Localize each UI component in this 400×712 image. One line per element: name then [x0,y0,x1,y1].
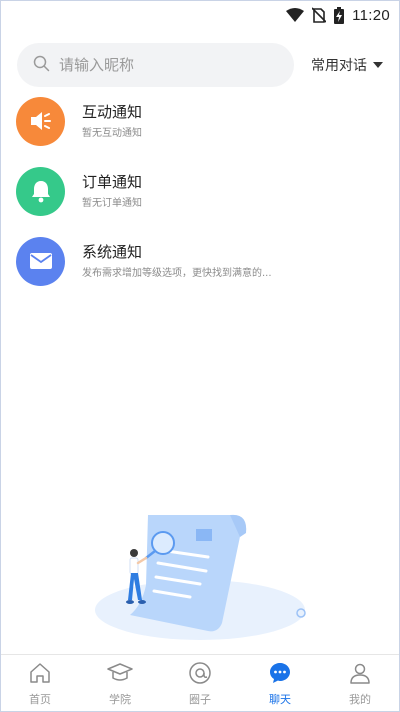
search-icon [33,55,50,76]
graduation-cap-icon [107,661,133,689]
bottom-nav: 首页 学院 圈子 聊天 我的 [0,654,400,712]
notification-item-system[interactable]: 系统通知 发布需求增加等级选项，更快找到满意的... [16,235,386,287]
notification-item-order[interactable]: 订单通知 暂无订单通知 [16,165,386,217]
mail-icon [16,236,65,286]
nav-item-academy[interactable]: 学院 [80,655,160,707]
battery-charging-icon [334,6,345,24]
wifi-icon [286,8,305,22]
nav-label: 我的 [349,693,371,706]
notification-subtitle: 暂无订单通知 [82,198,142,209]
nav-item-home[interactable]: 首页 [0,655,80,707]
status-time: 11:20 [352,6,390,24]
search-row: 常用对话 [17,43,387,87]
nav-label: 聊天 [269,693,291,706]
at-icon [188,661,212,689]
bell-icon [16,166,65,216]
speaker-icon [16,96,65,146]
notification-title: 互动通知 [82,103,143,121]
notification-subtitle: 暂无互动通知 [82,128,142,139]
empty-state-illustration [90,505,320,645]
notification-item-interaction[interactable]: 互动通知 暂无互动通知 [16,95,386,147]
status-bar: 11:20 [0,0,400,30]
chat-bubble-icon [268,661,292,689]
no-sim-icon [312,7,327,23]
search-box[interactable] [17,43,294,87]
notification-title: 订单通知 [82,173,143,191]
common-phrases-dropdown[interactable]: 常用对话 [311,55,383,75]
nav-label: 首页 [29,693,51,706]
nickname-search-input[interactable] [59,56,259,74]
home-icon [28,661,52,689]
notification-subtitle: 发布需求增加等级选项，更快找到满意的... [82,268,272,279]
nav-label: 学院 [109,693,131,706]
user-icon [348,661,372,689]
nav-label: 圈子 [189,693,211,706]
caret-down-icon [373,62,383,68]
nav-item-me[interactable]: 我的 [320,655,400,707]
nav-item-chat[interactable]: 聊天 [240,655,320,707]
notification-title: 系统通知 [82,243,143,261]
common-phrases-label: 常用对话 [311,58,367,74]
nav-item-circle[interactable]: 圈子 [160,655,240,707]
